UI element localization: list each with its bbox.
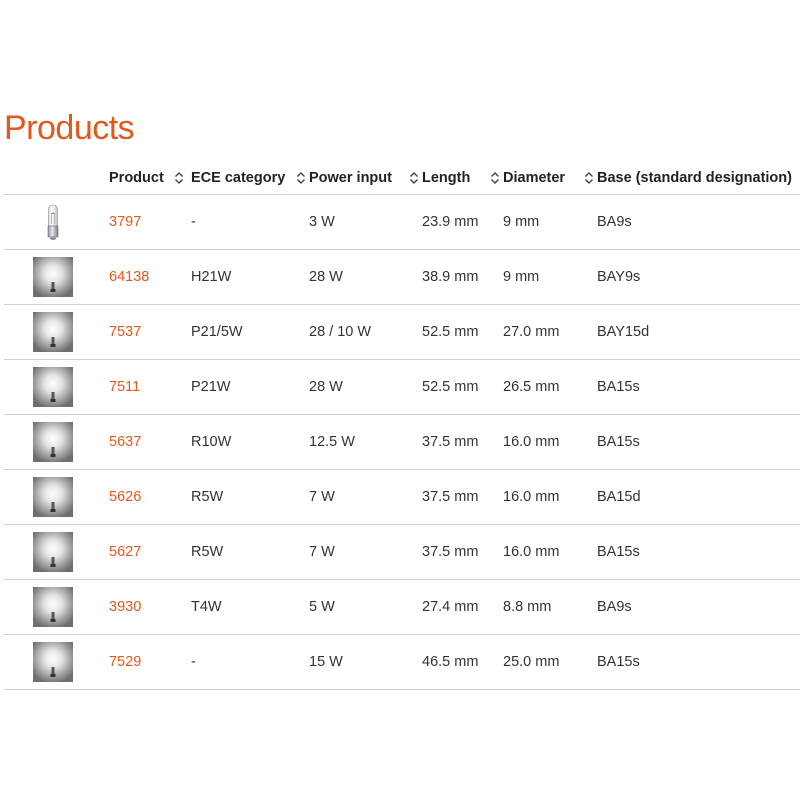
- length-cell: 37.5 mm: [422, 489, 479, 505]
- product-link[interactable]: 5626: [109, 470, 141, 524]
- ece-category-cell: P21/5W: [191, 324, 243, 340]
- diameter-cell: 8.8 mm: [503, 599, 552, 615]
- product-link[interactable]: 7537: [109, 305, 141, 359]
- table-row: 64138 H21W 28 W 38.9 mm 9 mm BAY9s: [0, 250, 800, 304]
- diameter-cell: 16.0 mm: [503, 544, 560, 560]
- power-input-cell: 15 W: [309, 654, 343, 670]
- power-input-cell: 28 W: [309, 269, 343, 285]
- base-cell: BA15s: [597, 654, 640, 670]
- base-cell: BAY15d: [597, 324, 650, 340]
- product-link[interactable]: 3797: [109, 195, 141, 249]
- base-cell: BA15d: [597, 489, 641, 505]
- power-input-cell: 7 W: [309, 544, 335, 560]
- length-cell: 37.5 mm: [422, 434, 479, 450]
- column-header-power[interactable]: Power input: [309, 162, 392, 194]
- length-cell: 46.5 mm: [422, 654, 479, 670]
- column-header-label: Base (standard designation): [597, 170, 792, 186]
- base-cell: BA15s: [597, 379, 640, 395]
- lamp-glow-icon: [33, 367, 73, 407]
- table-row: 5637 R10W 12.5 W 37.5 mm 16.0 mm BA15s: [0, 415, 800, 469]
- lamp-glow-icon: [33, 532, 73, 572]
- base-cell: BA15s: [597, 544, 640, 560]
- lamp-glow-icon: [33, 642, 73, 682]
- table-row: 7511 P21W 28 W 52.5 mm 26.5 mm BA15s: [0, 360, 800, 414]
- row-divider: [4, 689, 800, 690]
- ece-category-cell: -: [191, 654, 196, 670]
- diameter-cell: 9 mm: [503, 269, 540, 285]
- column-header-label: Length: [422, 170, 471, 186]
- power-input-cell: 28 / 10 W: [309, 324, 372, 340]
- base-cell: BAY9s: [597, 269, 641, 285]
- table-row: 3797 - 3 W 23.9 mm 9 mm BA9s: [0, 195, 800, 249]
- ece-category-cell: R10W: [191, 434, 232, 450]
- diameter-cell: 27.0 mm: [503, 324, 560, 340]
- product-link[interactable]: 5637: [109, 415, 141, 469]
- lamp-glow-icon: [33, 587, 73, 627]
- sort-arrows-icon[interactable]: [584, 171, 594, 185]
- diameter-cell: 16.0 mm: [503, 434, 560, 450]
- column-header-label: ECE category: [191, 170, 286, 186]
- product-link[interactable]: 7529: [109, 635, 141, 689]
- product-link[interactable]: 64138: [109, 250, 149, 304]
- sort-arrows-icon[interactable]: [174, 171, 184, 185]
- column-header-ece[interactable]: ECE category: [191, 162, 285, 194]
- column-header-product[interactable]: Product: [109, 162, 164, 194]
- diameter-cell: 16.0 mm: [503, 489, 560, 505]
- ece-category-cell: T4W: [191, 599, 222, 615]
- table-row: 5626 R5W 7 W 37.5 mm 16.0 mm BA15d: [0, 470, 800, 524]
- power-input-cell: 7 W: [309, 489, 335, 505]
- ece-category-cell: H21W: [191, 269, 232, 285]
- column-header-diameter[interactable]: Diameter: [503, 162, 565, 194]
- length-cell: 37.5 mm: [422, 544, 479, 560]
- power-input-cell: 28 W: [309, 379, 343, 395]
- power-input-cell: 3 W: [309, 214, 335, 230]
- diameter-cell: 26.5 mm: [503, 379, 560, 395]
- column-header-label: Product: [109, 170, 164, 186]
- lamp-glow-icon: [33, 312, 73, 352]
- product-link[interactable]: 7511: [109, 360, 140, 414]
- lamp-glow-icon: [33, 257, 73, 297]
- table-row: 3930 T4W 5 W 27.4 mm 8.8 mm BA9s: [0, 580, 800, 634]
- table-row: 5627 R5W 7 W 37.5 mm 16.0 mm BA15s: [0, 525, 800, 579]
- diameter-cell: 25.0 mm: [503, 654, 560, 670]
- bulb-photo-icon: [33, 202, 73, 242]
- table-header: Product ECE category Power input Length …: [0, 162, 800, 194]
- length-cell: 52.5 mm: [422, 324, 479, 340]
- column-header-base[interactable]: Base (standard designation): [597, 162, 792, 194]
- ece-category-cell: R5W: [191, 544, 224, 560]
- table-row: 7537 P21/5W 28 / 10 W 52.5 mm 27.0 mm BA…: [0, 305, 800, 359]
- power-input-cell: 12.5 W: [309, 434, 355, 450]
- length-cell: 27.4 mm: [422, 599, 479, 615]
- product-link[interactable]: 5627: [109, 525, 141, 579]
- base-cell: BA15s: [597, 434, 640, 450]
- power-input-cell: 5 W: [309, 599, 335, 615]
- base-cell: BA9s: [597, 214, 632, 230]
- sort-arrows-icon[interactable]: [296, 171, 306, 185]
- ece-category-cell: P21W: [191, 379, 231, 395]
- length-cell: 52.5 mm: [422, 379, 479, 395]
- ece-category-cell: -: [191, 214, 196, 230]
- sort-arrows-icon[interactable]: [490, 171, 500, 185]
- lamp-glow-icon: [33, 422, 73, 462]
- length-cell: 38.9 mm: [422, 269, 479, 285]
- base-cell: BA9s: [597, 599, 632, 615]
- sort-arrows-icon[interactable]: [409, 171, 419, 185]
- page-title: Products: [4, 109, 135, 147]
- column-header-length[interactable]: Length: [422, 162, 470, 194]
- product-link[interactable]: 3930: [109, 580, 141, 634]
- table-row: 7529 - 15 W 46.5 mm 25.0 mm BA15s: [0, 635, 800, 689]
- length-cell: 23.9 mm: [422, 214, 479, 230]
- ece-category-cell: R5W: [191, 489, 224, 505]
- column-header-label: Power input: [309, 170, 392, 186]
- diameter-cell: 9 mm: [503, 214, 540, 230]
- column-header-label: Diameter: [503, 170, 566, 186]
- lamp-glow-icon: [33, 477, 73, 517]
